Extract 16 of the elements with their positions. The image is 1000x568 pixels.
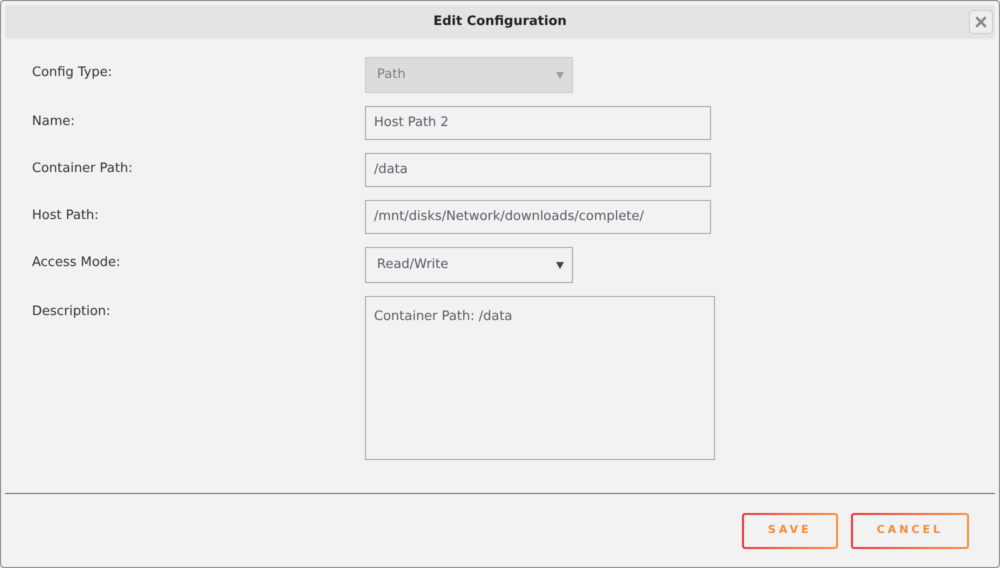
- input-field[interactable]: Host Path 2: [365, 106, 711, 140]
- input-field[interactable]: /data: [365, 153, 711, 187]
- caret-icon: [556, 71, 564, 79]
- input-field[interactable]: /mnt/disks/Network/downloads/complete/: [365, 200, 711, 234]
- select-field[interactable]: Read/Write: [365, 247, 573, 283]
- dialog-title: Edit Configuration: [433, 13, 567, 32]
- close-icon: [975, 16, 987, 28]
- close-button[interactable]: [969, 10, 993, 34]
- field-label: Host Path:: [32, 207, 100, 225]
- caret-icon: [556, 261, 564, 269]
- field-label: Access Mode:: [32, 254, 122, 272]
- text-area[interactable]: Container Path: /data: [365, 296, 715, 460]
- field-label: Container Path:: [32, 160, 134, 178]
- field-label: Name:: [32, 113, 76, 131]
- field-label: Description:: [32, 303, 112, 321]
- field-label: Config Type:: [32, 64, 114, 82]
